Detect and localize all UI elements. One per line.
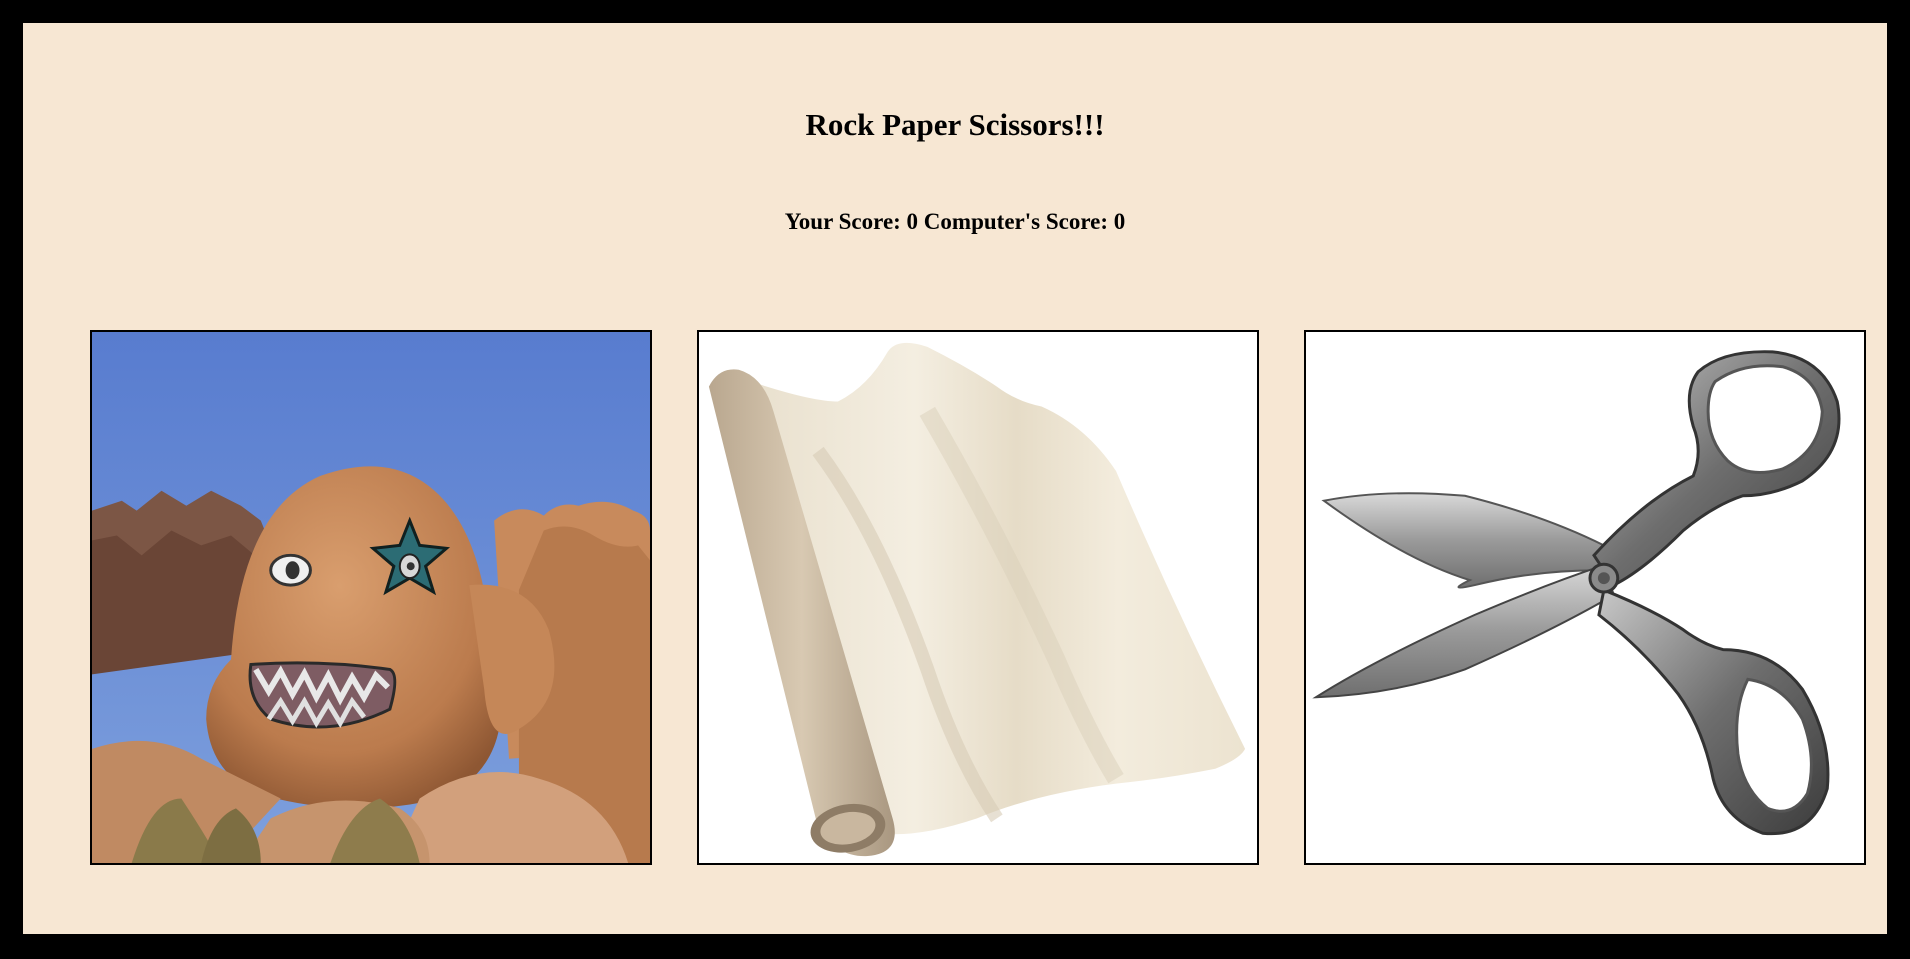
paper-roll-image (699, 332, 1257, 863)
page-title: Rock Paper Scissors!!! (805, 107, 1105, 142)
paper-choice-button[interactable] (697, 330, 1259, 865)
rock-face-image (92, 332, 650, 863)
rock-choice-button[interactable] (90, 330, 652, 865)
score-display: Your Score: 0 Computer's Score: 0 (784, 209, 1126, 234)
game-frame: Rock Paper Scissors!!! Your Score: 0 Com… (0, 0, 1910, 959)
scissors-image (1306, 332, 1864, 863)
scissors-choice-button[interactable] (1304, 330, 1866, 865)
game-board: Rock Paper Scissors!!! Your Score: 0 Com… (23, 23, 1887, 934)
